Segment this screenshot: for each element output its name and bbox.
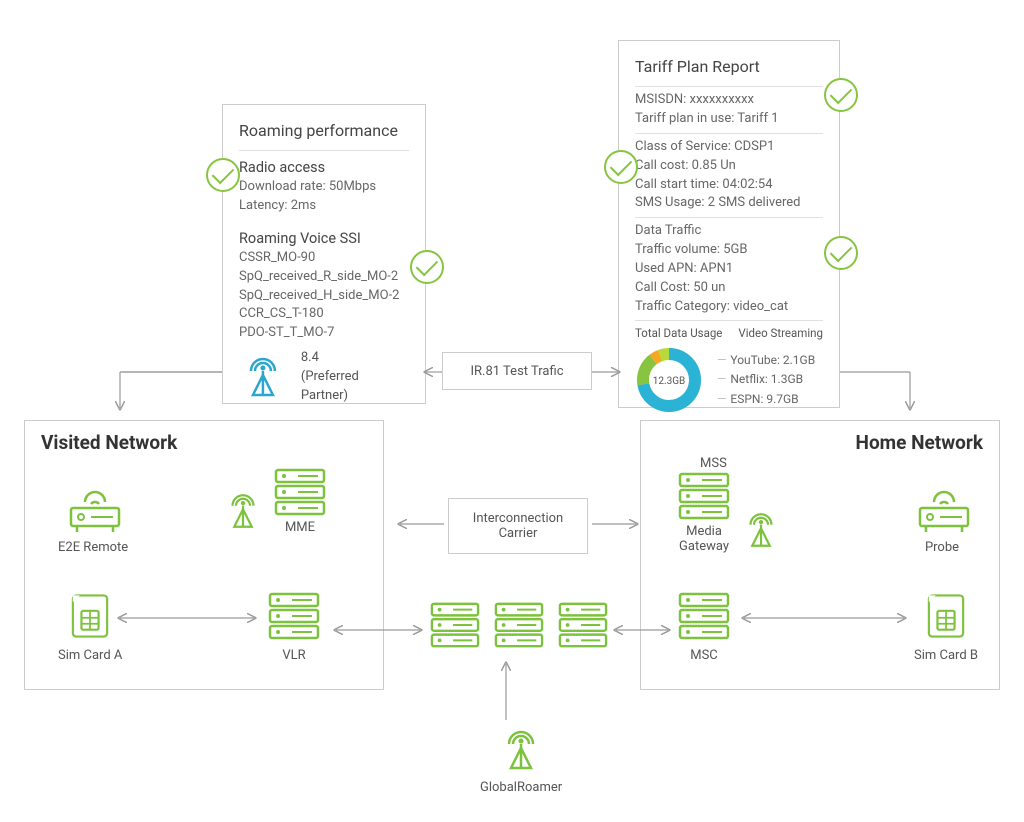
sms-usage: SMS Usage: 2 SMS delivered xyxy=(635,194,823,213)
metric: SpQ_received_H_side_MO-2 xyxy=(239,287,409,306)
server-stack-icon xyxy=(428,600,482,650)
used-apn: Used APN: APN1 xyxy=(635,260,823,279)
col-video: Video Streaming xyxy=(738,325,823,342)
latency: Latency: 2ms xyxy=(239,197,409,216)
sim-b-node: Sim Card B xyxy=(914,590,978,663)
legend-row: —Netflix: 1.3GB xyxy=(717,371,815,388)
call-start: Call start time: 04:02:54 xyxy=(635,176,823,195)
server-stack-icon xyxy=(676,470,732,522)
modem-icon xyxy=(914,486,970,534)
antenna-icon xyxy=(239,353,287,401)
class-of-service: Class of Service: CDSP1 xyxy=(635,138,823,157)
metric: PDO-ST_T_MO-7 xyxy=(239,324,409,343)
check-icon xyxy=(604,150,638,184)
check-icon xyxy=(824,236,858,270)
server-stack-icon xyxy=(492,600,546,650)
donut-total: 12.3GB xyxy=(653,376,686,387)
section-title: Radio access xyxy=(239,157,409,178)
call-cost-2: Call Cost: 50 un xyxy=(635,279,823,298)
check-icon xyxy=(410,250,444,284)
traffic-volume: Traffic volume: 5GB xyxy=(635,241,823,260)
check-icon xyxy=(824,78,858,112)
tariff-panel: Tariff Plan Report MSISDN: xxxxxxxxxx Ta… xyxy=(618,40,840,408)
call-cost: Call cost: 0.85 Un xyxy=(635,157,823,176)
download-rate: Download rate: 50Mbps xyxy=(239,178,409,197)
donut-icon: 12.3GB xyxy=(635,346,703,414)
mss-label: MSS xyxy=(700,454,727,471)
globalroamer-node: GlobalRoamer xyxy=(480,726,562,795)
check-icon xyxy=(206,158,240,192)
legend-row: —ESPN: 9.7GB xyxy=(717,391,815,408)
section-title: Roaming Voice SSI xyxy=(239,228,409,249)
modem-icon xyxy=(65,486,121,534)
roaming-performance-panel: Roaming performance Radio access Downloa… xyxy=(222,104,426,404)
antenna-icon xyxy=(497,726,545,774)
server-stack-icon xyxy=(556,600,610,650)
legend-row: —YouTube: 2.1GB xyxy=(717,352,815,369)
msisdn: MSISDN: xxxxxxxxxx xyxy=(635,91,823,110)
sim-icon xyxy=(922,590,970,642)
media-gateway-node: Media Gateway xyxy=(676,470,782,554)
traffic-category: Traffic Category: video_cat xyxy=(635,298,823,317)
col-total: Total Data Usage xyxy=(635,325,722,342)
interconnection-carrier-box: Interconnection Carrier xyxy=(448,498,588,554)
panel-title: Tariff Plan Report xyxy=(635,55,823,78)
server-stack-icon xyxy=(272,466,328,518)
msc-node: MSC xyxy=(676,590,732,663)
visited-network-title: Visited Network xyxy=(41,431,367,454)
antenna-icon xyxy=(740,506,782,554)
ir81-box: IR.81 Test Trafic xyxy=(442,352,592,390)
antenna-icon xyxy=(222,487,264,535)
carrier-servers xyxy=(428,600,610,650)
probe-node: Probe xyxy=(914,486,970,555)
tariff-plan: Tariff plan in use: Tariff 1 xyxy=(635,110,823,129)
metric: CCR_CS_T-180 xyxy=(239,305,409,324)
panel-title: Roaming performance xyxy=(239,119,409,142)
server-stack-icon xyxy=(266,590,322,642)
sim-icon xyxy=(66,590,114,642)
home-network-title: Home Network xyxy=(657,431,983,454)
arrows-layer xyxy=(0,0,1024,822)
metric: SpQ_received_R_side_MO-2 xyxy=(239,268,409,287)
donut-chart: 12.3GB —YouTube: 2.1GB —Netflix: 1.3GB —… xyxy=(635,346,823,414)
metric: CSSR_MO-90 xyxy=(239,249,409,268)
data-traffic: Data Traffic xyxy=(635,222,823,241)
preferred-partner: 8.4 (Preferred Partner) xyxy=(301,349,409,406)
e2e-remote-node: E2E Remote xyxy=(58,486,128,555)
ir81-label: IR.81 Test Trafic xyxy=(470,364,563,379)
sim-a-node: Sim Card A xyxy=(58,590,122,663)
mme-node: MME xyxy=(222,466,328,535)
server-stack-icon xyxy=(676,590,732,642)
vlr-node: VLR xyxy=(266,590,322,663)
